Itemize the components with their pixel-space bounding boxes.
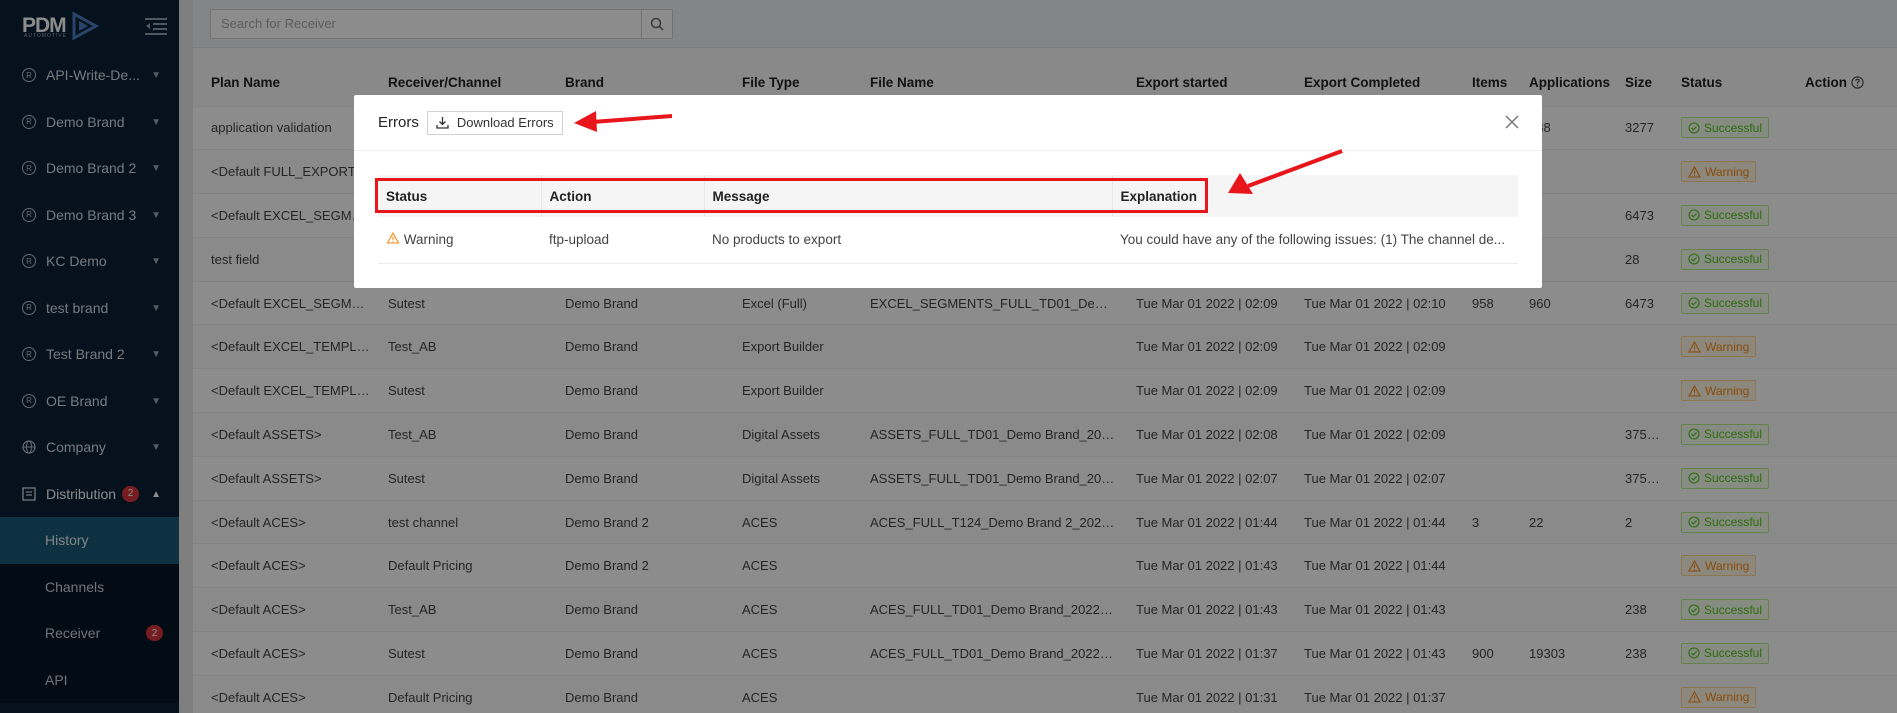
- error-status: Warning: [378, 217, 541, 264]
- error-column-header: Action: [541, 175, 705, 217]
- modal-body: Status Action Message Explanation Warning ft…: [354, 151, 1542, 264]
- error-explanation: You could have any of the following issu…: [1112, 217, 1518, 264]
- error-column-header: Status: [378, 175, 542, 217]
- error-explanation-value: You could have any of the following issu…: [1120, 232, 1506, 248]
- modal-header: Errors Download Errors: [354, 95, 1542, 151]
- error-column-label: Action: [549, 188, 592, 204]
- error-row: Warning ftp-upload No products to export Yo…: [378, 217, 1518, 264]
- error-message: No products to export: [704, 217, 1112, 264]
- error-column-label: Explanation: [1120, 188, 1198, 204]
- errors-table: Status Action Message Explanation Warning ft…: [378, 175, 1518, 264]
- error-column-label: Message: [712, 188, 770, 204]
- modal-title: Errors: [378, 114, 419, 131]
- errors-modal: Errors Download Errors Status Action Messa…: [354, 95, 1542, 288]
- close-icon[interactable]: [1502, 112, 1522, 132]
- download-icon: [436, 117, 449, 129]
- error-status-label: Warning: [403, 232, 454, 248]
- error-message-value: No products to export: [712, 232, 842, 248]
- error-column-label: Status: [386, 188, 428, 204]
- error-column-header: Message: [704, 175, 1113, 217]
- error-action: ftp-upload: [541, 217, 704, 264]
- download-errors-label: Download Errors: [456, 115, 554, 130]
- error-action-value: ftp-upload: [549, 232, 610, 248]
- warning-icon: [386, 232, 400, 244]
- error-column-header: Explanation: [1112, 175, 1518, 217]
- download-errors-button[interactable]: Download Errors: [426, 110, 563, 135]
